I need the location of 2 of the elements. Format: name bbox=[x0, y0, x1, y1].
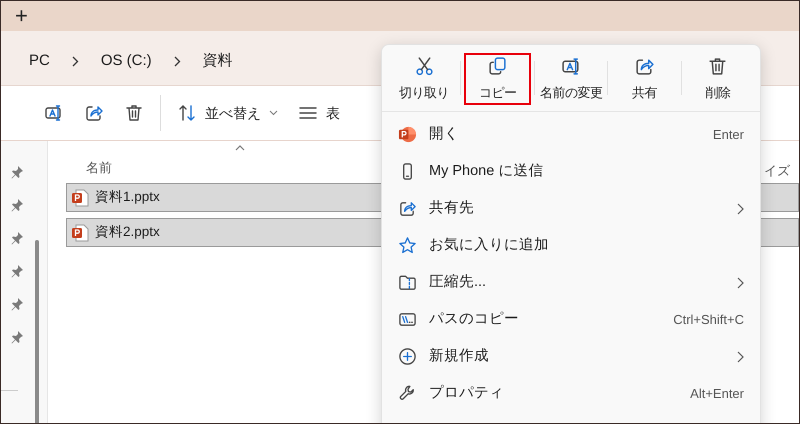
file-name: 資料2.pptx bbox=[95, 223, 160, 242]
file-name: 資料1.pptx bbox=[95, 188, 160, 206]
